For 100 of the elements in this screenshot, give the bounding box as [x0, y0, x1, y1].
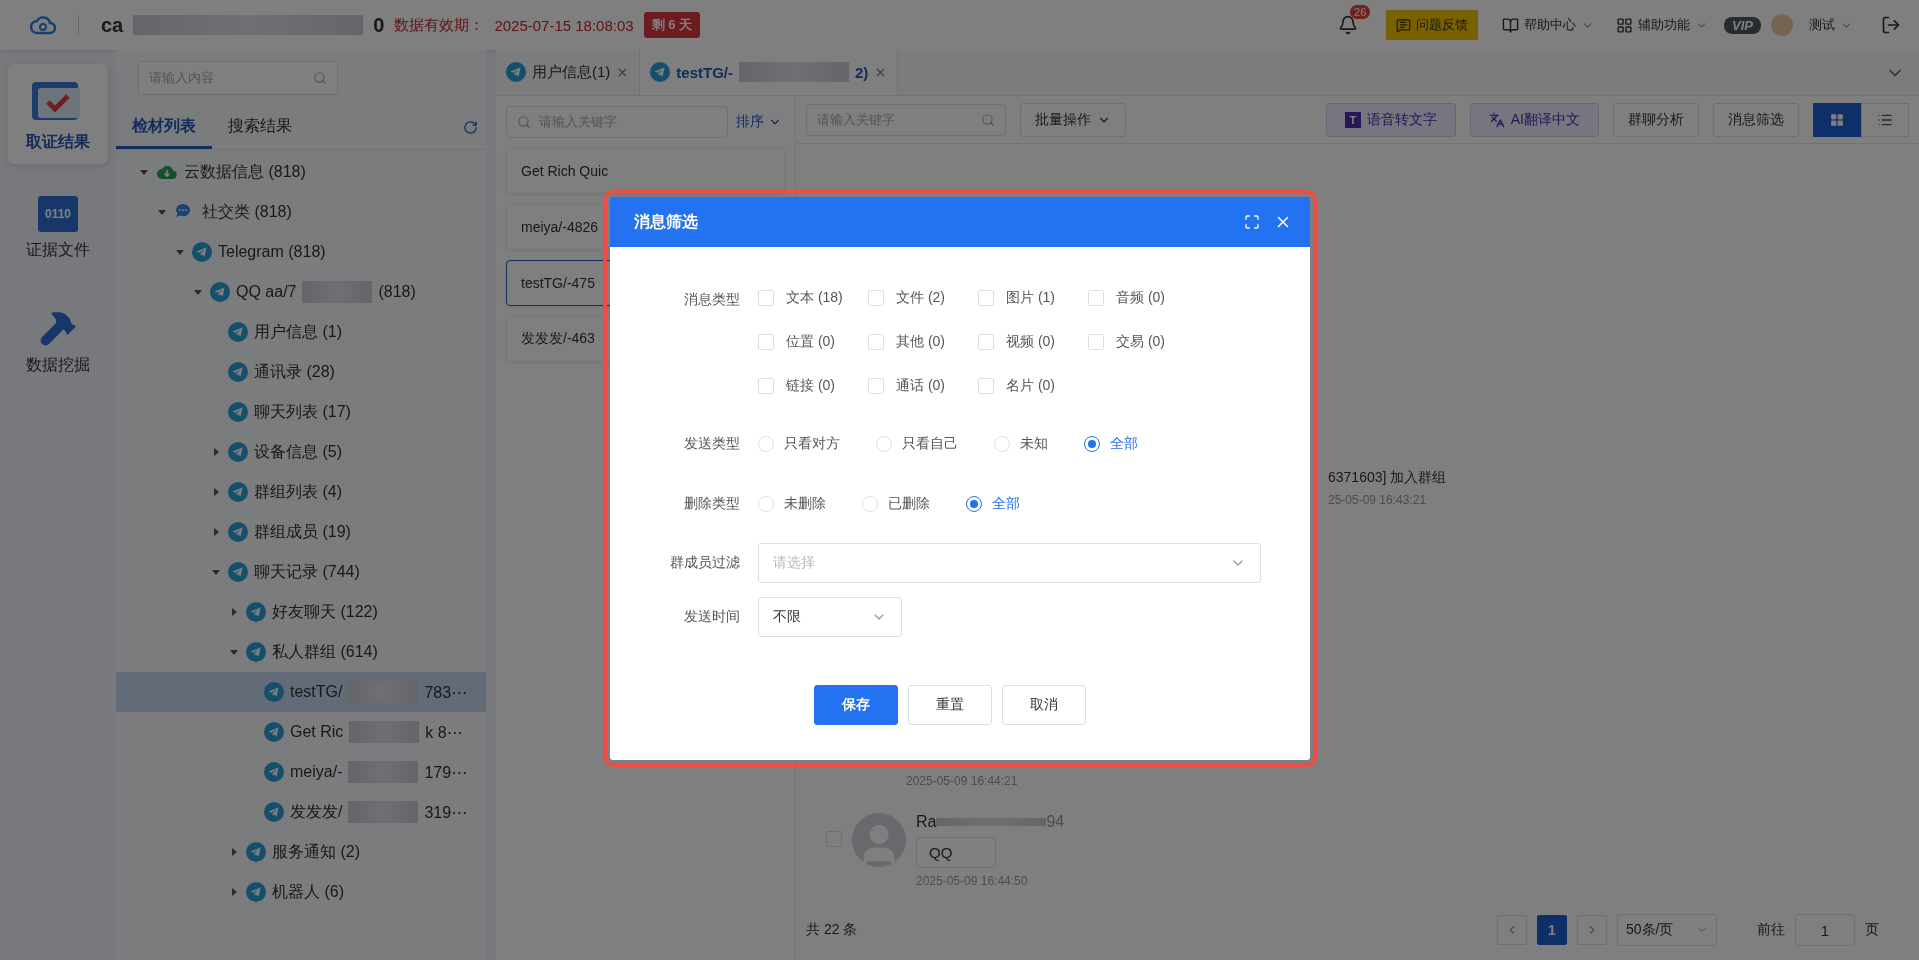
- logout-icon[interactable]: [1881, 15, 1901, 35]
- caret-icon[interactable]: [211, 567, 221, 577]
- caret-icon[interactable]: [139, 167, 149, 177]
- radio-option[interactable]: 全部: [966, 495, 1020, 513]
- toolbar-button[interactable]: T 语音转文字: [1325, 102, 1456, 137]
- tree-item[interactable]: 通讯录 (28): [116, 352, 486, 392]
- tree-item[interactable]: 聊天记录 (744): [116, 552, 486, 592]
- tree-item[interactable]: 设备信息 (5): [116, 432, 486, 472]
- tree-item[interactable]: Telegram (818): [116, 232, 486, 272]
- tree-item-suffix: 179⋯: [424, 762, 468, 782]
- checkbox[interactable]: [1088, 334, 1104, 350]
- radio-option[interactable]: 只看对方: [758, 435, 840, 453]
- radio-option[interactable]: 未删除: [758, 495, 826, 513]
- checkbox-option[interactable]: 文本 (18): [758, 289, 844, 307]
- checkbox-option[interactable]: 链接 (0): [758, 377, 844, 395]
- toolbar-button[interactable]: 群聊分析: [1613, 102, 1699, 137]
- user-menu[interactable]: 测试: [1803, 16, 1859, 34]
- batch-dropdown[interactable]: 批量操作: [1020, 102, 1126, 137]
- caret-icon[interactable]: [229, 647, 239, 657]
- paper-plane-icon: [264, 682, 284, 702]
- grid-view-button[interactable]: [1813, 102, 1861, 137]
- checkbox[interactable]: [978, 290, 994, 306]
- menu-dropdown[interactable]: 帮助中心: [1496, 16, 1601, 34]
- maximize-icon[interactable]: [1244, 214, 1260, 230]
- page-input[interactable]: 1: [1795, 914, 1855, 946]
- chat-card[interactable]: Get Rich Quic: [506, 148, 785, 194]
- checkbox-option[interactable]: 通话 (0): [868, 377, 954, 395]
- dialog-button[interactable]: 取消: [1002, 685, 1086, 725]
- nav-item[interactable]: 0110 证据文件: [8, 178, 108, 278]
- tree-item[interactable]: 好友聊天 (122): [116, 592, 486, 632]
- caret-icon[interactable]: [157, 207, 167, 217]
- tree-item[interactable]: 用户信息 (1): [116, 312, 486, 352]
- caret-icon[interactable]: [229, 887, 239, 897]
- page-button[interactable]: 1: [1537, 915, 1567, 945]
- tree-item[interactable]: 机器人 (6): [116, 872, 486, 912]
- checkbox[interactable]: [978, 378, 994, 394]
- tree-item-label: 群组列表 (4): [254, 481, 342, 502]
- nav-item[interactable]: 数据挖掘: [8, 292, 108, 392]
- checkbox[interactable]: [868, 334, 884, 350]
- tree-item[interactable]: QQ aa/7 (818): [116, 272, 486, 312]
- dialog-button[interactable]: 保存: [814, 685, 898, 725]
- paper-plane-icon: [264, 802, 284, 822]
- paper-plane-icon: [228, 562, 248, 582]
- radio-option[interactable]: 未知: [994, 435, 1048, 453]
- radio-option[interactable]: 只看自己: [876, 435, 958, 453]
- list-view-button[interactable]: [1861, 102, 1909, 137]
- tree-item[interactable]: meiya/- 179⋯: [116, 752, 486, 792]
- dialog-button[interactable]: 重置: [908, 685, 992, 725]
- checkbox-option[interactable]: 名片 (0): [978, 377, 1064, 395]
- caret-icon[interactable]: [211, 447, 221, 457]
- checkbox-option[interactable]: 位置 (0): [758, 333, 844, 351]
- toolbar-button[interactable]: AI翻译中文: [1469, 102, 1599, 137]
- feedback-button[interactable]: 问题反馈: [1386, 10, 1479, 40]
- tree-item-label: 用户信息 (1): [254, 321, 342, 342]
- checkbox-option[interactable]: 音频 (0): [1088, 289, 1174, 307]
- tree-item[interactable]: 发发发/ 319⋯: [116, 792, 486, 832]
- tree-item[interactable]: testTG/ 783⋯: [116, 672, 486, 712]
- tree-item-label: 聊天记录 (744): [254, 561, 360, 582]
- tree-item[interactable]: 社交类 (818): [116, 192, 486, 232]
- checkbox-option[interactable]: 文件 (2): [868, 289, 954, 307]
- document-tab[interactable]: testTG/- 2): [640, 49, 899, 95]
- refresh-icon[interactable]: [463, 120, 478, 135]
- caret-icon[interactable]: [193, 287, 203, 297]
- radio-label: 未知: [1020, 435, 1048, 453]
- caret-icon[interactable]: [211, 527, 221, 537]
- checkbox-option[interactable]: 交易 (0): [1088, 333, 1174, 351]
- checkbox[interactable]: [868, 290, 884, 306]
- checkbox[interactable]: [758, 378, 774, 394]
- caret-icon[interactable]: [175, 247, 185, 257]
- sort-button[interactable]: 排序: [736, 113, 782, 131]
- notification-bell-icon[interactable]: [1338, 15, 1359, 35]
- paper-plane-icon: [246, 642, 266, 662]
- nav-item[interactable]: 取证结果: [8, 64, 108, 164]
- tree-item[interactable]: 私人群组 (614): [116, 632, 486, 672]
- checkbox[interactable]: [1088, 290, 1104, 306]
- paper-plane-icon: [506, 62, 526, 82]
- panel-tab[interactable]: 搜索结果: [212, 107, 308, 149]
- checkbox[interactable]: [868, 378, 884, 394]
- tree-item[interactable]: 云数据信息 (818): [116, 152, 486, 192]
- caret-icon[interactable]: [229, 607, 239, 617]
- checkbox[interactable]: [978, 334, 994, 350]
- menu-dropdown[interactable]: 辅助功能: [1610, 16, 1715, 34]
- checkbox[interactable]: [758, 334, 774, 350]
- checkbox[interactable]: [758, 290, 774, 306]
- time-select[interactable]: 不限: [758, 597, 902, 637]
- checkbox-option[interactable]: 图片 (1): [978, 289, 1064, 307]
- radio-option[interactable]: 全部: [1084, 435, 1138, 453]
- toolbar-button[interactable]: 消息筛选: [1713, 102, 1799, 137]
- checkbox-option[interactable]: 其他 (0): [868, 333, 954, 351]
- tree-item[interactable]: 聊天列表 (17): [116, 392, 486, 432]
- tree-item[interactable]: Get Ric k 8⋯: [116, 712, 486, 752]
- caret-icon[interactable]: [211, 487, 221, 497]
- tree-item[interactable]: 服务通知 (2): [116, 832, 486, 872]
- caret-icon[interactable]: [229, 847, 239, 857]
- panel-tab[interactable]: 检材列表: [116, 107, 212, 149]
- tree-item[interactable]: 群组列表 (4): [116, 472, 486, 512]
- radio-option[interactable]: 已删除: [862, 495, 930, 513]
- tree-item[interactable]: 群组成员 (19): [116, 512, 486, 552]
- checkbox-option[interactable]: 视频 (0): [978, 333, 1064, 351]
- page-size-select[interactable]: 50条/页: [1617, 914, 1717, 946]
